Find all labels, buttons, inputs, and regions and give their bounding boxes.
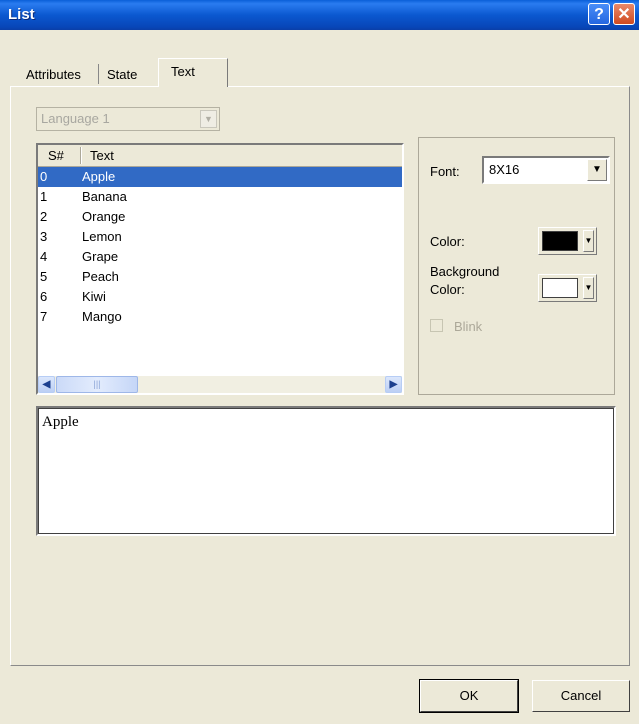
list-item-text: Apple xyxy=(82,169,116,184)
horizontal-scrollbar[interactable]: ◀ ||| ▶ xyxy=(38,376,402,393)
list-item[interactable]: 7 Mango xyxy=(38,307,402,327)
chevron-down-icon[interactable]: ▼ xyxy=(587,159,607,181)
list-item-text: Orange xyxy=(82,209,126,224)
list-item-sn: 2 xyxy=(40,209,48,224)
list-item[interactable]: 5 Peach xyxy=(38,267,402,287)
close-button[interactable]: ✕ xyxy=(613,3,635,25)
scroll-left-button[interactable]: ◀ xyxy=(38,376,55,393)
list-item[interactable]: 4 Grape xyxy=(38,247,402,267)
list-header: S# Text xyxy=(38,145,402,167)
list-item-sn: 6 xyxy=(40,289,48,304)
font-select-value: 8X16 xyxy=(489,162,520,177)
column-divider[interactable] xyxy=(80,147,81,164)
chevron-down-icon[interactable]: ▼ xyxy=(583,230,594,252)
background-color-picker-button[interactable]: ▼ xyxy=(538,274,597,302)
list-item[interactable]: 3 Lemon xyxy=(38,227,402,247)
ok-button[interactable]: OK xyxy=(419,679,519,713)
tab-text[interactable]: Text xyxy=(158,58,228,87)
blink-checkbox[interactable] xyxy=(430,319,443,332)
language-select[interactable]: Language 1 ▼ xyxy=(36,107,220,131)
color-label: Color: xyxy=(430,234,465,249)
tab-attributes[interactable]: Attributes xyxy=(20,62,87,86)
cancel-button[interactable]: Cancel xyxy=(532,680,630,712)
list-item-sn: 0 xyxy=(40,169,48,184)
title-bar: List ? ✕ xyxy=(0,0,639,30)
tab-divider xyxy=(98,64,99,84)
scroll-right-button[interactable]: ▶ xyxy=(385,376,402,393)
background-color-label-line2: Color: xyxy=(430,282,465,297)
font-select[interactable]: 8X16 ▼ xyxy=(482,156,610,184)
help-button[interactable]: ? xyxy=(588,3,610,25)
list-item[interactable]: 6 Kiwi xyxy=(38,287,402,307)
background-color-swatch xyxy=(542,278,578,298)
text-editor-value: Apple xyxy=(42,414,79,430)
list-item-text: Lemon xyxy=(82,229,122,244)
chevron-down-icon[interactable]: ▼ xyxy=(583,277,594,299)
language-select-value: Language 1 xyxy=(41,111,110,126)
background-color-label: Background xyxy=(430,264,500,279)
color-swatch xyxy=(542,231,578,251)
list-item-text: Kiwi xyxy=(82,289,106,304)
list-item-sn: 7 xyxy=(40,309,48,324)
scroll-thumb[interactable]: ||| xyxy=(56,376,138,393)
tab-state[interactable]: State xyxy=(101,62,143,86)
list-item-text: Grape xyxy=(82,249,119,264)
column-header-sn[interactable]: S# xyxy=(48,148,64,163)
list-item[interactable]: 2 Orange xyxy=(38,207,402,227)
list-item[interactable]: 0 Apple xyxy=(38,167,402,187)
list-item-sn: 5 xyxy=(40,269,48,284)
list-item-text: Peach xyxy=(82,269,119,284)
list-item-text: Banana xyxy=(82,189,127,204)
column-header-text[interactable]: Text xyxy=(90,148,114,163)
blink-label: Blink xyxy=(454,319,483,334)
list-item-sn: 3 xyxy=(40,229,48,244)
list-item[interactable]: 1 Banana xyxy=(38,187,402,207)
list-item-text: Mango xyxy=(82,309,122,324)
list-item-sn: 4 xyxy=(40,249,48,264)
list-item-sn: 1 xyxy=(40,189,48,204)
text-list[interactable]: S# Text 0 Apple 1 Banana 2 Orange 3 Lemon 4 G… xyxy=(36,143,404,395)
font-label: Font: xyxy=(430,164,460,179)
text-editor[interactable]: Apple xyxy=(36,406,616,536)
window-title: List xyxy=(8,6,35,23)
chevron-down-icon: ▼ xyxy=(200,110,217,128)
color-picker-button[interactable]: ▼ xyxy=(538,227,597,255)
